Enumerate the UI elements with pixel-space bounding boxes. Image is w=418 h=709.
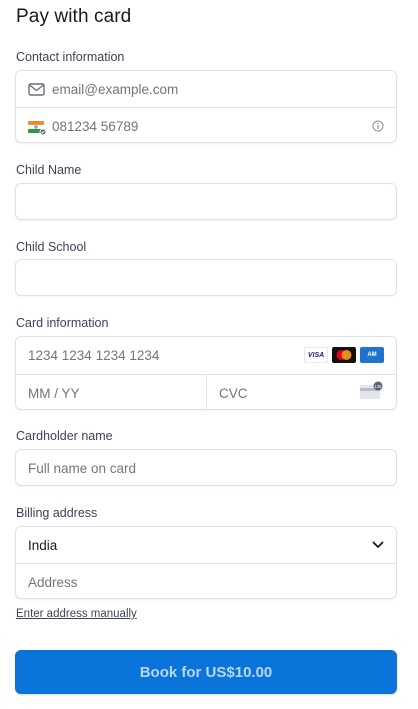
country-select-value: India (28, 538, 58, 553)
chevron-down-icon (371, 539, 385, 551)
child-name-label: Child Name (16, 163, 82, 177)
billing-address-group: India (15, 526, 397, 599)
card-brand-logos: VISA AM (300, 347, 384, 363)
mastercard-icon (332, 347, 356, 363)
cardholder-name-input[interactable] (28, 450, 388, 485)
visa-icon: VISA (304, 347, 328, 363)
book-button-label: Book for US$10.00 (139, 663, 273, 681)
cvc-input[interactable] (219, 375, 349, 409)
card-info-group: VISA AM 135 (15, 336, 397, 410)
email-field[interactable] (16, 71, 396, 107)
cvc-card-icon: 135 (359, 380, 385, 402)
child-school-field[interactable] (15, 259, 397, 296)
cvc-field[interactable]: 135 (207, 375, 396, 409)
child-name-field[interactable] (15, 183, 397, 220)
expiry-input[interactable] (28, 375, 198, 409)
svg-text:135: 135 (375, 384, 383, 389)
child-name-input[interactable] (28, 184, 388, 219)
book-button[interactable]: Book for US$10.00 (15, 650, 397, 694)
billing-address-label: Billing address (16, 506, 98, 520)
child-school-input[interactable] (28, 260, 388, 295)
envelope-icon (27, 81, 45, 97)
card-number-input[interactable] (28, 337, 298, 374)
card-info-label: Card information (16, 316, 109, 330)
phone-input[interactable] (52, 108, 352, 142)
email-input[interactable] (52, 71, 382, 107)
page-title: Pay with card (16, 6, 132, 27)
country-select[interactable]: India (16, 527, 396, 563)
amex-icon: AM (360, 347, 384, 363)
address-field[interactable] (16, 564, 396, 598)
india-flag-icon[interactable] (27, 118, 47, 135)
card-number-field[interactable]: VISA AM (16, 337, 396, 374)
address-input[interactable] (28, 564, 388, 598)
info-icon[interactable] (371, 119, 385, 133)
enter-address-manually-link[interactable]: Enter address manually (16, 608, 137, 620)
phone-field[interactable] (16, 108, 396, 142)
cardholder-name-label: Cardholder name (16, 429, 113, 443)
cardholder-name-field[interactable] (15, 449, 397, 486)
child-school-label: Child School (16, 240, 87, 254)
contact-info-group (15, 70, 397, 143)
expiry-field[interactable] (16, 375, 206, 409)
contact-info-label: Contact information (16, 50, 125, 64)
